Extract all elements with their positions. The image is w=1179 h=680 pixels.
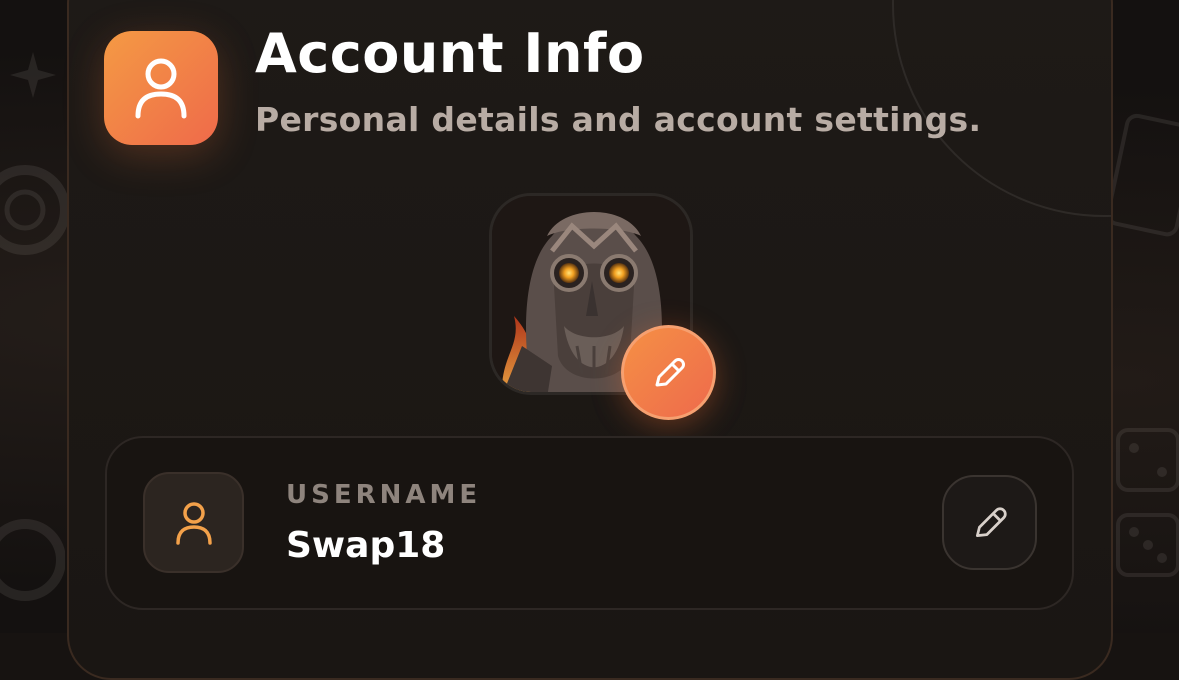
username-row: [105, 436, 1074, 610]
sparkle-decoration: [10, 52, 56, 98]
username-icon-badge: [143, 472, 244, 573]
account-header-badge: [104, 31, 218, 145]
pencil-icon: [655, 357, 685, 386]
page-subtitle: Personal details and account settings.: [255, 100, 982, 139]
page-title: Account Info: [255, 22, 645, 85]
user-icon: [135, 58, 187, 119]
edit-username-button[interactable]: [942, 475, 1037, 570]
field-label: USERNAME: [286, 480, 482, 510]
cards-decoration: [1112, 113, 1179, 237]
pencil-icon: [975, 506, 1007, 537]
chip-decoration: [0, 519, 65, 601]
username-value: Swap18: [286, 525, 446, 566]
dice-decoration: [1116, 428, 1179, 577]
chip-decoration: [0, 165, 70, 255]
user-icon: [175, 501, 212, 545]
edit-avatar-button[interactable]: [621, 325, 716, 420]
